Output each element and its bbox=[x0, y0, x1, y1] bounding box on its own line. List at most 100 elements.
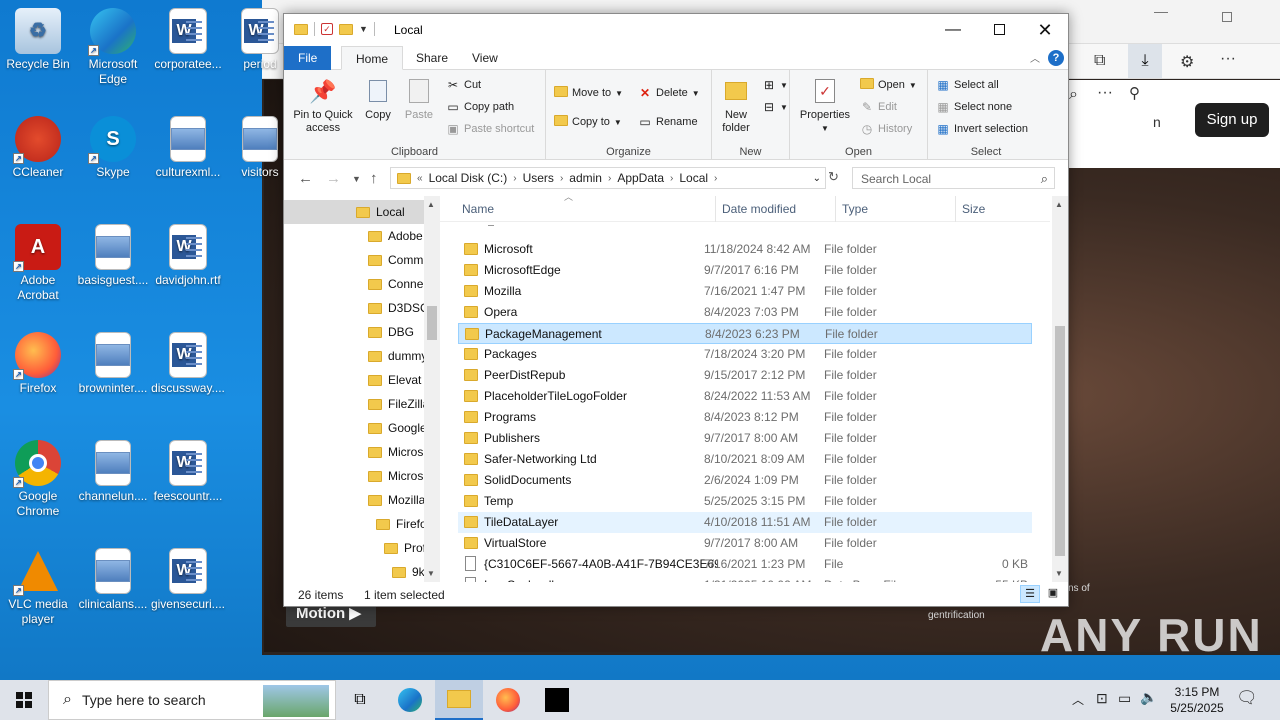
desktop-icon[interactable]: basisguest.... bbox=[75, 224, 151, 288]
column-name[interactable]: Name bbox=[456, 196, 716, 222]
properties-check-icon[interactable]: ✓ bbox=[321, 23, 333, 35]
column-type[interactable]: Type bbox=[836, 196, 956, 222]
nav-item[interactable]: Conne bbox=[368, 272, 424, 296]
copy-path-button[interactable]: ▭ Copy path bbox=[446, 100, 514, 114]
taskbar-explorer-icon[interactable] bbox=[435, 680, 483, 720]
cut-button[interactable]: ✂ Cut bbox=[446, 78, 481, 92]
desktop-icon[interactable]: ↗ VLC media player bbox=[0, 548, 76, 627]
file-row[interactable]: PeerDistRepub 9/15/2017 2:12 PM File folde… bbox=[458, 365, 1032, 386]
breadcrumb-admin[interactable]: admin bbox=[569, 171, 602, 185]
nav-item[interactable]: Micros bbox=[368, 440, 424, 464]
start-button[interactable] bbox=[0, 680, 48, 720]
properties-button[interactable]: ✓ Properties ▼ bbox=[794, 76, 856, 135]
file-row[interactable]: PlaceholderTileLogoFolder 8/24/2022 11:53… bbox=[458, 386, 1032, 407]
desktop-icon[interactable]: Wdavidjohn.rtf bbox=[150, 224, 226, 288]
nav-item[interactable]: dummy bbox=[368, 344, 424, 368]
extensions-icon[interactable]: ⚙ bbox=[1180, 52, 1194, 72]
file-row[interactable]: Microsoft 11/18/2024 8:42 AM File folder bbox=[458, 239, 1032, 260]
more-menu-icon[interactable]: ··· bbox=[1220, 50, 1236, 68]
network-device-icon[interactable]: ⊡ bbox=[1096, 690, 1108, 707]
file-row[interactable]: TileDataLayer 4/10/2018 11:51 AM File fold… bbox=[458, 512, 1032, 533]
file-row[interactable]: SolidDocuments 2/6/2024 1:09 PM File folde… bbox=[458, 470, 1032, 491]
breadcrumb-local-disk[interactable]: Local Disk (C:) bbox=[429, 171, 508, 185]
forward-arrow-icon[interactable]: → bbox=[326, 170, 341, 187]
tab-file[interactable]: File bbox=[284, 46, 332, 70]
nav-item[interactable]: Elevat bbox=[368, 368, 424, 392]
file-row[interactable]: Safer-Networking Ltd 8/10/2021 8:09 AM Fil… bbox=[458, 449, 1032, 470]
file-row[interactable]: Mozilla 7/16/2021 1:47 PM File folder bbox=[458, 281, 1032, 302]
network-icon[interactable]: ▭ bbox=[1118, 690, 1131, 707]
desktop-icon[interactable]: ↗ CCleaner bbox=[0, 116, 76, 180]
address-bar[interactable]: « Local Disk (C:) › Users › admin › AppData… bbox=[390, 167, 826, 189]
desktop-icon[interactable]: ↗ Firefox bbox=[0, 332, 76, 396]
tab-share[interactable]: Share bbox=[402, 46, 462, 70]
clock[interactable]: 3:15 PM 5/25/2025 bbox=[1160, 684, 1234, 716]
nav-scrollbar-thumb[interactable] bbox=[427, 306, 437, 340]
downloads-icon[interactable]: ⤓ bbox=[1128, 44, 1162, 78]
help-icon[interactable]: ? bbox=[1048, 50, 1064, 66]
desktop-icon[interactable]: ♻ Recycle Bin bbox=[0, 8, 76, 72]
easy-access-button[interactable]: ⊟ ▼ bbox=[762, 100, 788, 114]
minimize-button[interactable]: — bbox=[930, 14, 976, 46]
nav-item[interactable]: Mozilla bbox=[368, 488, 424, 512]
breadcrumb-appdata[interactable]: AppData bbox=[617, 171, 664, 185]
desktop-icon[interactable]: ↗ Microsoft Edge bbox=[75, 8, 151, 87]
move-to-button[interactable]: Move to ▼ bbox=[554, 86, 623, 100]
rename-button[interactable]: ▭ Rename bbox=[638, 115, 697, 129]
tab-home[interactable]: Home bbox=[341, 46, 404, 70]
nav-item[interactable]: D3DSC bbox=[368, 296, 424, 320]
desktop-icon[interactable]: A ↗ Adobe Acrobat bbox=[0, 224, 76, 303]
new-item-button[interactable]: ⊞ ▼ bbox=[762, 78, 788, 92]
taskbar-edge-icon[interactable] bbox=[386, 680, 434, 720]
address-dropdown-icon[interactable]: ⌄ bbox=[813, 173, 821, 184]
task-view-icon[interactable]: ⧉ bbox=[336, 680, 384, 720]
desktop-icon[interactable]: ↗ Google Chrome bbox=[0, 440, 76, 519]
delete-button[interactable]: ✕ Delete ▼ bbox=[638, 86, 700, 100]
nav-item[interactable]: Google bbox=[368, 416, 424, 440]
open-button[interactable]: Open ▼ bbox=[860, 78, 917, 92]
paste-button[interactable]: Paste bbox=[400, 76, 438, 122]
desktop-icon[interactable]: Wfeescountr.... bbox=[150, 440, 226, 504]
maximize-button[interactable] bbox=[976, 14, 1022, 46]
volume-icon[interactable]: 🔈 bbox=[1140, 689, 1157, 706]
large-icons-view-icon[interactable]: ▣ bbox=[1044, 585, 1062, 603]
collections-icon[interactable]: ⧉ bbox=[1094, 52, 1105, 70]
new-folder-button[interactable]: New folder bbox=[716, 76, 756, 135]
nav-item[interactable]: Firefo bbox=[376, 512, 424, 536]
show-hidden-icons[interactable]: ︿ bbox=[1072, 691, 1084, 708]
file-row[interactable]: {C310C6EF-5667-4A0B-A41F-7B94CE3E69... 7/… bbox=[458, 554, 1032, 575]
breadcrumb-overflow[interactable]: « bbox=[417, 173, 423, 184]
ellipsis-icon[interactable]: ··· bbox=[1097, 84, 1113, 102]
new-folder-icon[interactable] bbox=[339, 23, 353, 35]
file-row[interactable]: Opera 8/4/2023 7:03 PM File folder bbox=[458, 302, 1032, 323]
file-row[interactable]: MicrosoftEdge 9/7/2017 6:16 PM File folder bbox=[458, 260, 1032, 281]
taskbar-firefox-icon[interactable] bbox=[484, 680, 532, 720]
recent-locations-icon[interactable]: ▼ bbox=[352, 174, 361, 184]
nav-item[interactable]: DBG bbox=[368, 320, 424, 344]
nav-item[interactable]: Prof bbox=[384, 536, 424, 560]
desktop-icon[interactable]: Wcorporatee... bbox=[150, 8, 226, 72]
select-all-button[interactable]: ▦ Select all bbox=[936, 78, 998, 92]
file-row[interactable]: VirtualStore 9/7/2017 8:00 AM File folder bbox=[458, 533, 1032, 554]
copy-button[interactable]: Copy bbox=[360, 76, 396, 122]
desktop-icon[interactable]: clinicalans.... bbox=[75, 548, 151, 612]
desktop-icon[interactable]: channelun.... bbox=[75, 440, 151, 504]
file-row[interactable]: Publishers 9/7/2017 8:00 AM File folder bbox=[458, 428, 1032, 449]
browser-maximize-icon[interactable] bbox=[1222, 12, 1232, 22]
details-view-icon[interactable]: ☰ bbox=[1020, 585, 1040, 603]
desktop-icon[interactable]: S ↗ Skype bbox=[75, 116, 151, 180]
nav-item[interactable]: Adobe bbox=[368, 224, 424, 248]
nav-item[interactable]: Local bbox=[284, 200, 424, 224]
file-row[interactable]: Temp 5/25/2025 3:15 PM File folder bbox=[458, 491, 1032, 512]
file-row[interactable]: Packages 7/18/2024 3:20 PM File folder bbox=[458, 344, 1032, 365]
pin-quick-access-button[interactable]: 📌 Pin to Quick access bbox=[290, 76, 356, 135]
tab-view[interactable]: View bbox=[458, 46, 512, 70]
nav-item[interactable]: 9ki bbox=[392, 560, 424, 584]
customize-qat-icon[interactable]: ▼ bbox=[359, 24, 368, 34]
back-arrow-icon[interactable]: ← bbox=[298, 170, 313, 187]
nav-item[interactable]: Micros bbox=[368, 464, 424, 488]
refresh-icon[interactable]: ↻ bbox=[828, 169, 839, 185]
edit-button[interactable]: ✎ Edit bbox=[860, 100, 897, 114]
file-row[interactable]: PackageManagement 8/4/2023 6:23 PM File fo… bbox=[458, 323, 1032, 344]
taskbar-search[interactable]: ⌕ Type here to search bbox=[48, 680, 336, 720]
